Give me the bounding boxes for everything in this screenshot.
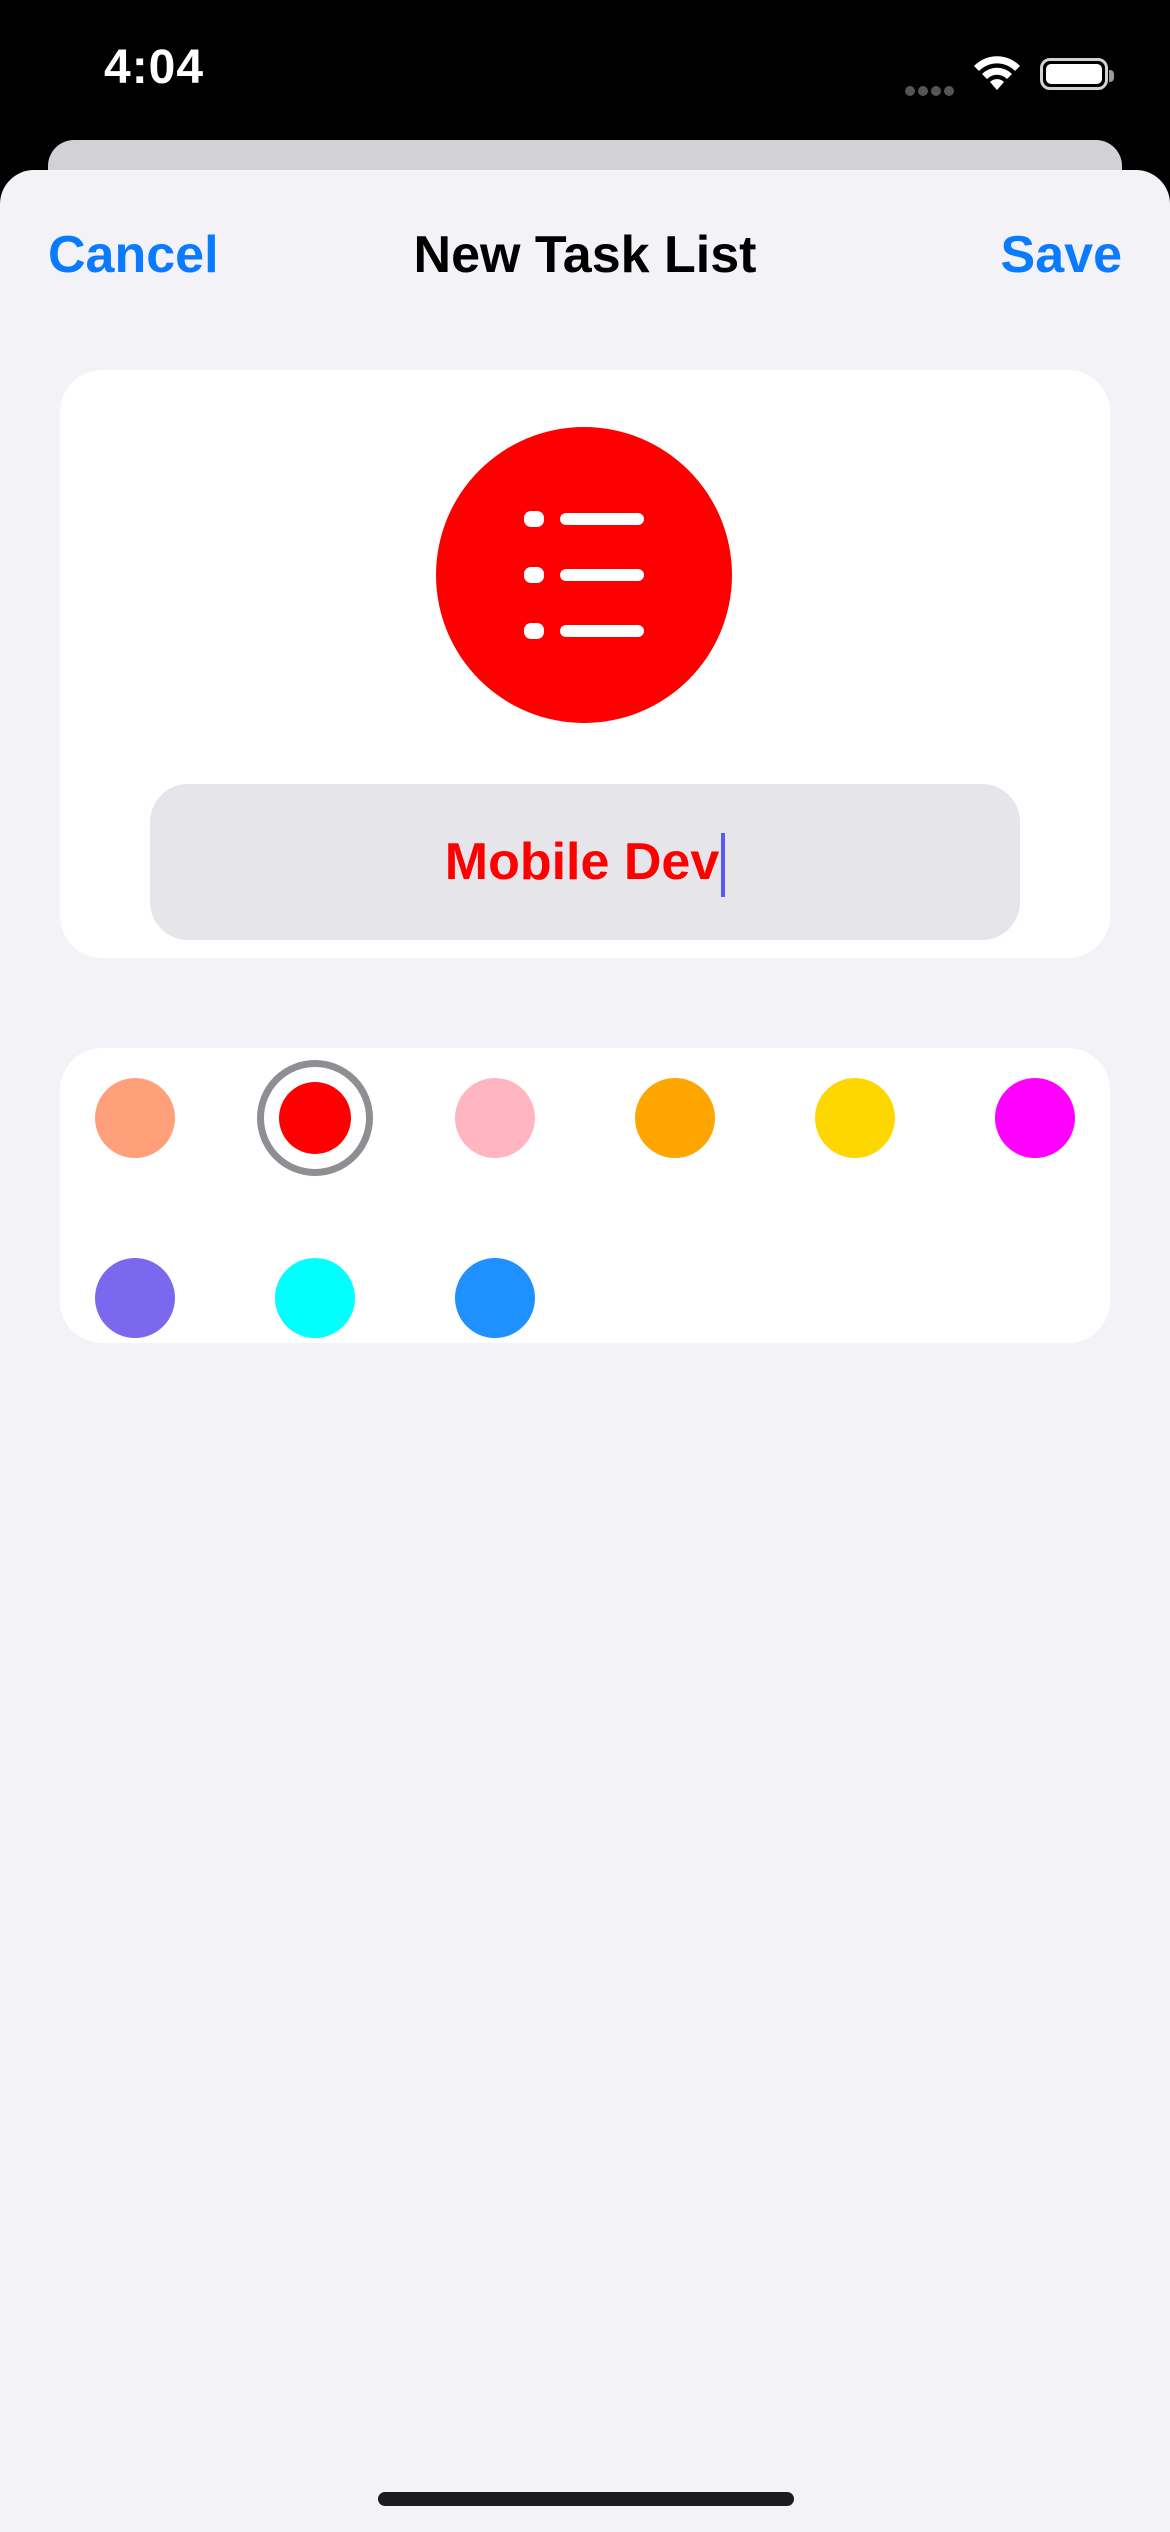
color-swatch[interactable] (95, 1078, 175, 1158)
color-swatch[interactable] (995, 1078, 1075, 1158)
cancel-button[interactable]: Cancel (48, 225, 219, 285)
home-indicator (378, 2492, 794, 2506)
wifi-icon (972, 56, 1022, 97)
list-name-input[interactable]: Mobile Dev (150, 784, 1020, 940)
status-bar: 4:04 (0, 0, 1170, 150)
text-cursor (721, 833, 726, 898)
color-swatch[interactable] (815, 1078, 895, 1158)
save-button[interactable]: Save (1001, 225, 1122, 285)
status-time: 4:04 (104, 41, 205, 94)
color-picker-card (60, 1048, 1110, 1343)
battery-icon (1040, 58, 1114, 90)
color-swatch[interactable] (279, 1082, 351, 1154)
color-swatch[interactable] (275, 1258, 355, 1338)
list-name-text: Mobile Dev (444, 833, 720, 891)
color-swatch[interactable] (455, 1258, 535, 1338)
color-swatch[interactable] (455, 1078, 535, 1158)
cellular-signal-icon (905, 83, 957, 101)
list-bullet-icon (436, 427, 732, 723)
color-swatch[interactable] (635, 1078, 715, 1158)
color-swatch[interactable] (95, 1258, 175, 1338)
